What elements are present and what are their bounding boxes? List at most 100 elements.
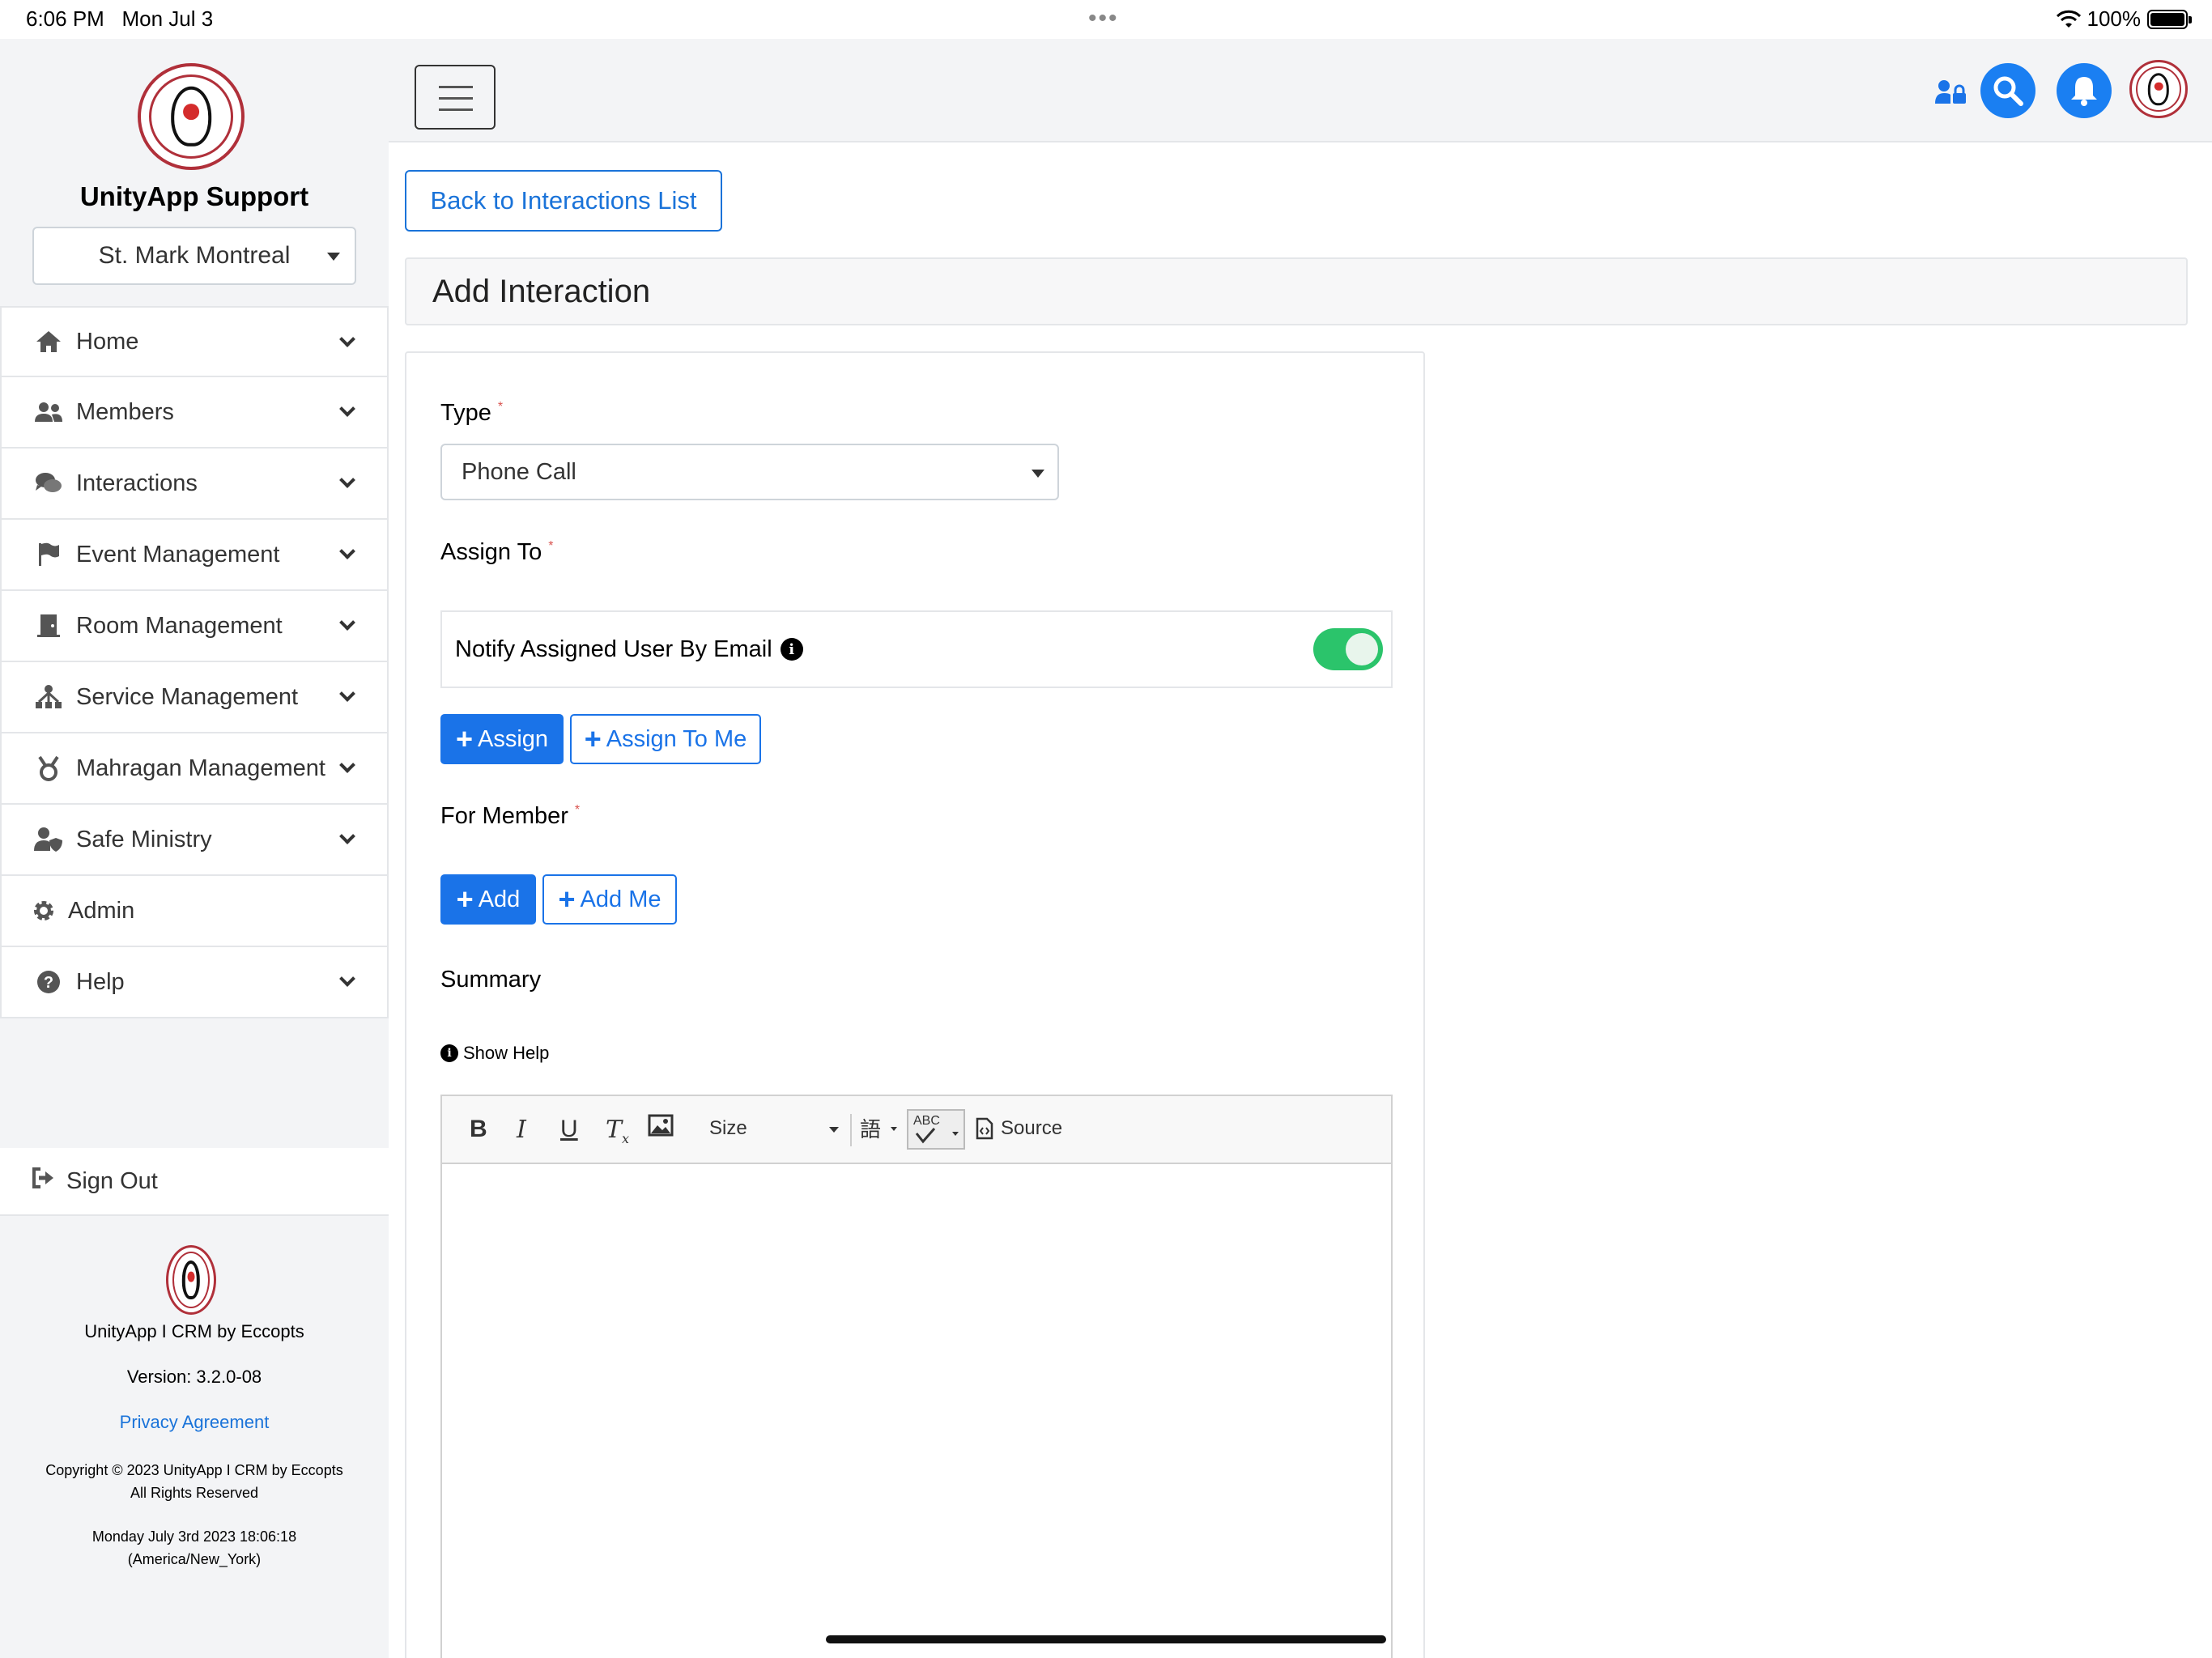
sign-out-icon xyxy=(31,1167,55,1196)
notifications-button[interactable] xyxy=(2057,63,2112,118)
font-size-select[interactable]: Size xyxy=(709,1117,839,1140)
battery-icon xyxy=(2147,9,2192,29)
gear-icon xyxy=(29,896,58,925)
add-me-button[interactable]: + Add Me xyxy=(542,874,677,925)
bell-icon xyxy=(2071,77,2097,106)
editor-content-area[interactable] xyxy=(442,1164,1391,1658)
add-member-button[interactable]: + Add xyxy=(440,874,536,925)
status-right: 100% xyxy=(2056,6,2192,32)
sidebar-nav: Home Members Interactions Event Manageme… xyxy=(0,306,389,1018)
status-time: 6:06 PM Mon Jul 3 xyxy=(26,6,214,31)
sidebar-item-help[interactable]: ? Help xyxy=(0,947,389,1018)
footer-version: Version: 3.2.0-08 xyxy=(126,1367,262,1387)
caret-down-icon xyxy=(829,1127,839,1133)
sidebar: UnityApp Support St. Mark Montreal Home … xyxy=(0,39,389,1658)
notify-email-label: Notify Assigned User By Email xyxy=(455,636,772,662)
plus-icon: + xyxy=(456,882,474,916)
info-icon[interactable]: i xyxy=(780,638,803,661)
sign-out-label: Sign Out xyxy=(66,1167,158,1194)
sidebar-item-label: Members xyxy=(76,398,174,425)
search-button[interactable] xyxy=(1980,63,2035,118)
spellcheck-button[interactable]: ABC xyxy=(907,1109,965,1150)
wifi-icon xyxy=(2056,10,2081,28)
sidebar-item-admin[interactable]: Admin xyxy=(0,876,389,947)
church-select[interactable]: St. Mark Montreal xyxy=(32,227,356,285)
question-circle-icon: ? xyxy=(34,967,63,997)
user-lock-icon[interactable] xyxy=(1935,79,1967,109)
plus-icon: + xyxy=(558,882,576,916)
show-help-link[interactable]: i Show Help xyxy=(440,1043,549,1064)
language-icon: 語 xyxy=(860,1118,897,1142)
source-button[interactable]: Source xyxy=(975,1117,1062,1140)
footer-app-name: UnityApp I CRM by Eccopts xyxy=(84,1321,304,1341)
users-icon xyxy=(34,397,63,427)
sign-out-button[interactable]: Sign Out xyxy=(0,1148,389,1216)
sitemap-icon xyxy=(34,682,63,712)
plus-icon: + xyxy=(584,722,602,755)
language-button[interactable]: 語 xyxy=(860,1114,902,1150)
footer-copyright: Copyright © 2023 UnityApp I CRM by Eccop… xyxy=(45,1462,343,1501)
sidebar-item-label: Service Management xyxy=(76,683,299,710)
sidebar-item-mahragan-management[interactable]: Mahragan Management xyxy=(0,733,389,805)
caret-down-icon xyxy=(327,253,340,261)
type-select[interactable]: Phone Call xyxy=(440,444,1059,500)
home-indicator xyxy=(826,1635,1386,1643)
italic-button[interactable]: I xyxy=(517,1116,526,1144)
spellcheck-icon xyxy=(915,1128,959,1144)
chevron-down-icon xyxy=(339,971,355,987)
sidebar-item-members[interactable]: Members xyxy=(0,377,389,449)
assign-button[interactable]: + Assign xyxy=(440,714,564,764)
sidebar-item-label: Help xyxy=(76,968,125,995)
search-icon xyxy=(1993,76,2023,106)
door-icon xyxy=(34,611,63,640)
summary-editor: B I U Tx Size 語 ABC Source xyxy=(440,1095,1393,1658)
church-select-value: St. Mark Montreal xyxy=(98,242,291,269)
menu-toggle-button[interactable] xyxy=(415,65,496,130)
image-icon xyxy=(648,1114,674,1137)
flag-icon xyxy=(34,540,63,569)
chevron-down-icon xyxy=(339,543,355,559)
chevron-down-icon xyxy=(339,331,355,347)
avatar[interactable] xyxy=(2129,60,2188,118)
church-logo-icon xyxy=(138,63,245,170)
home-icon xyxy=(34,327,63,356)
footer-timestamp: Monday July 3rd 2023 18:06:18 (America/Ne… xyxy=(91,1528,297,1567)
sidebar-item-label: Home xyxy=(76,328,139,355)
image-button[interactable] xyxy=(648,1114,674,1143)
svg-text:?: ? xyxy=(44,974,53,992)
remove-format-button[interactable]: Tx xyxy=(606,1116,629,1146)
info-icon: i xyxy=(440,1044,458,1062)
multitask-dots-icon[interactable]: ••• xyxy=(1088,5,1119,32)
chevron-down-icon xyxy=(339,401,355,417)
main-content: Back to Interactions List Add Interactio… xyxy=(389,142,2212,1658)
chevron-down-icon xyxy=(339,686,355,702)
sidebar-item-safe-ministry[interactable]: Safe Ministry xyxy=(0,805,389,876)
assign-to-label: Assign To * xyxy=(440,539,554,565)
assign-to-me-button[interactable]: + Assign To Me xyxy=(570,714,761,764)
chevron-down-icon xyxy=(339,472,355,488)
editor-toolbar: B I U Tx Size 語 ABC Source xyxy=(442,1096,1391,1164)
sidebar-item-service-management[interactable]: Service Management xyxy=(0,662,389,733)
plus-icon: + xyxy=(455,722,473,755)
type-label: Type * xyxy=(440,400,504,426)
comments-icon xyxy=(34,469,63,498)
footer-logo-icon xyxy=(166,1245,216,1315)
chevron-down-icon xyxy=(339,614,355,631)
bold-button[interactable]: B xyxy=(470,1116,487,1143)
sidebar-item-room-management[interactable]: Room Management xyxy=(0,591,389,662)
interaction-form: Type * Phone Call Assign To * Notify Assig… xyxy=(405,351,1425,1658)
user-shield-icon xyxy=(34,825,63,854)
caret-down-icon xyxy=(1032,470,1044,478)
top-bar xyxy=(389,39,2212,142)
brand-title: UnityApp Support xyxy=(79,181,309,211)
sidebar-item-label: Mahragan Management xyxy=(76,755,325,781)
sidebar-item-home[interactable]: Home xyxy=(0,306,389,377)
sidebar-item-interactions[interactable]: Interactions xyxy=(0,449,389,520)
page-title: Add Interaction xyxy=(405,257,2188,325)
notify-email-toggle[interactable] xyxy=(1313,628,1383,670)
privacy-agreement-link[interactable]: Privacy Agreement xyxy=(0,1412,389,1433)
sidebar-item-event-management[interactable]: Event Management xyxy=(0,520,389,591)
back-to-interactions-button[interactable]: Back to Interactions List xyxy=(405,170,722,232)
type-select-value: Phone Call xyxy=(462,458,576,485)
underline-button[interactable]: U xyxy=(560,1116,578,1143)
